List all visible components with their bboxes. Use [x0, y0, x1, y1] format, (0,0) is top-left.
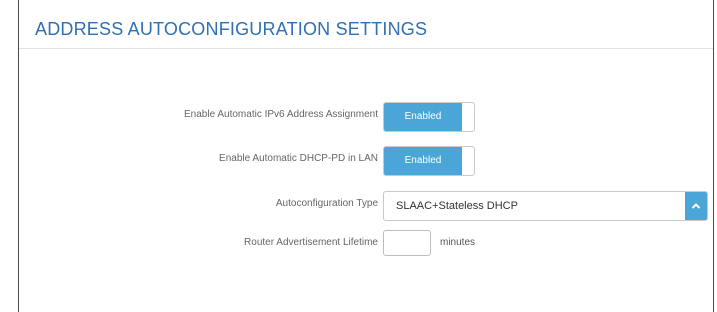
auto-ipv6-toggle-state: Enabled — [384, 103, 462, 131]
ra-lifetime-input[interactable] — [383, 230, 431, 256]
chevron-up-icon — [691, 203, 701, 209]
auto-ipv6-label: Enable Automatic IPv6 Address Assignment — [184, 109, 378, 120]
select-arrow-button[interactable] — [685, 192, 707, 220]
auto-dhcp-pd-label: Enable Automatic DHCP-PD in LAN — [219, 153, 378, 164]
title-divider — [19, 48, 713, 49]
autoconfig-type-label: Autoconfiguration Type — [275, 198, 378, 209]
ra-lifetime-unit: minutes — [440, 237, 476, 248]
auto-dhcp-pd-toggle-state: Enabled — [384, 147, 462, 175]
row-autoconfig-type: Autoconfiguration Type SLAAC+Stateless D… — [19, 189, 713, 221]
row-auto-ipv6: Enable Automatic IPv6 Address Assignment… — [19, 100, 713, 132]
autoconfig-type-select[interactable]: SLAAC+Stateless DHCP — [383, 191, 708, 221]
section-title: ADDRESS AUTOCONFIGURATION SETTINGS — [35, 19, 428, 39]
ra-lifetime-label: Router Advertisement Lifetime — [244, 237, 378, 248]
auto-ipv6-toggle[interactable]: Enabled — [383, 102, 475, 132]
row-auto-dhcp-pd: Enable Automatic DHCP-PD in LAN Enabled — [19, 144, 713, 176]
settings-panel: ADDRESS AUTOCONFIGURATION SETTINGS Enabl… — [18, 0, 714, 312]
autoconfig-type-value: SLAAC+Stateless DHCP — [396, 200, 518, 212]
row-ra-lifetime: Router Advertisement Lifetime minutes — [19, 228, 713, 258]
auto-dhcp-pd-toggle[interactable]: Enabled — [383, 146, 475, 176]
